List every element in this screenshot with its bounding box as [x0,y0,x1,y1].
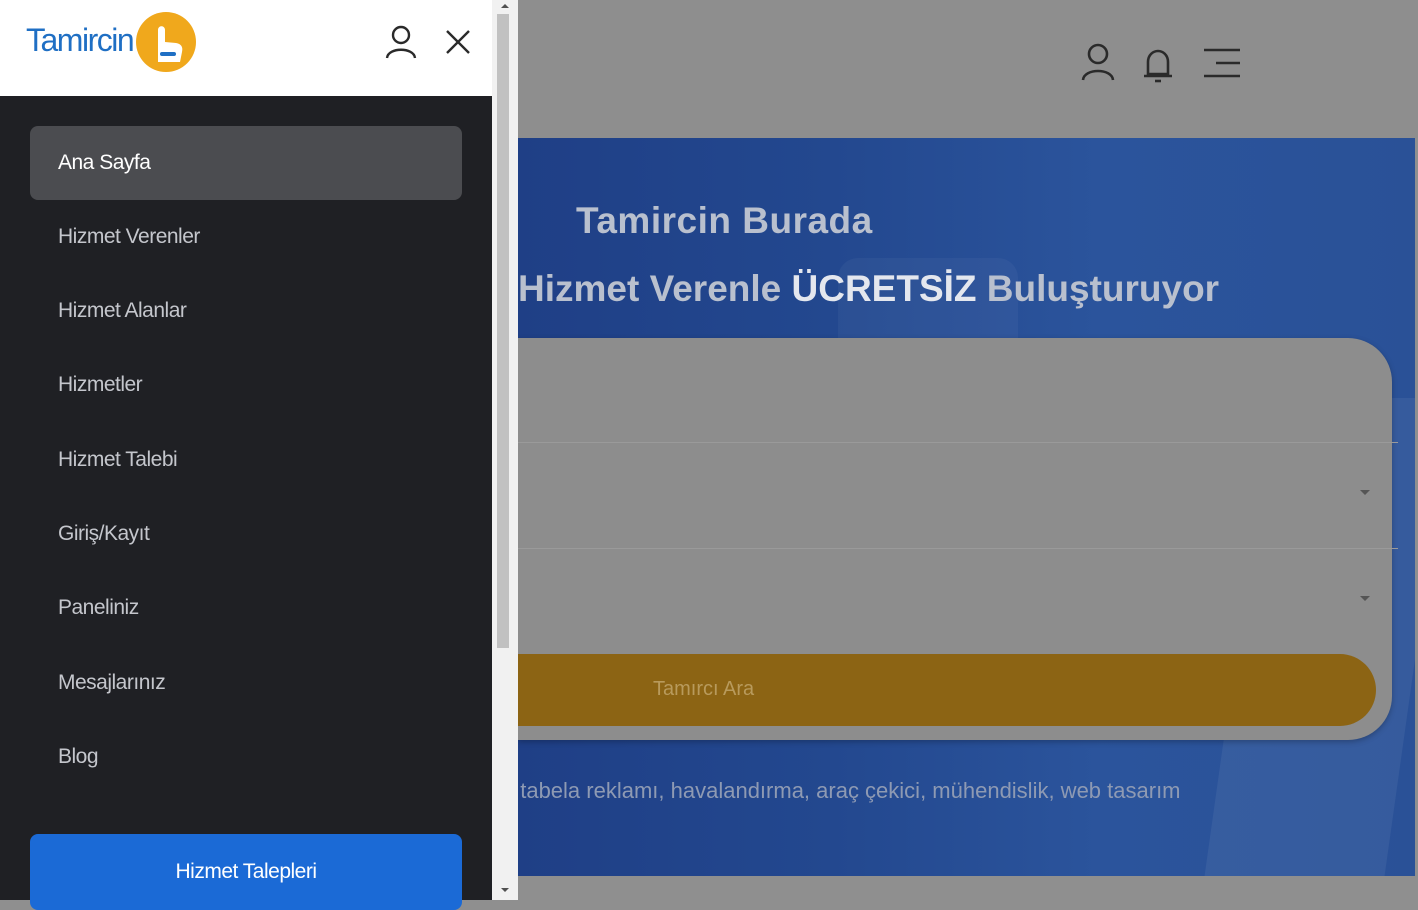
logo-badge [136,12,196,72]
header-menu-icon[interactable] [1202,46,1242,80]
location-select[interactable] [518,550,1398,654]
close-icon[interactable] [444,28,472,56]
nav-item-label: Ana Sayfa [58,151,151,174]
site-logo[interactable]: Tamircin [26,12,201,76]
nav-item-blog[interactable]: Blog [30,720,462,794]
drawer-header: Tamircin [0,0,492,96]
chevron-down-icon [1360,490,1370,495]
search-button-label: Tamırcı Ara [653,678,755,700]
nav-item-paneliniz[interactable]: Paneliniz [30,571,462,645]
nav-item-label: Mesajlarınız [58,671,166,694]
hero-subtitle-post: Buluşturuyor [976,268,1220,309]
nav-item-label: Hizmetler [58,373,143,396]
site-header [518,0,1418,138]
nav-item-label: Paneliniz [58,596,139,619]
scroll-up-arrow-icon[interactable] [500,2,510,10]
category-select[interactable] [518,444,1398,549]
header-bell-icon[interactable] [1142,48,1174,84]
nav-item-hizmet-verenler[interactable]: Hizmet Verenler [30,200,462,274]
page-bottom-strip [518,876,1418,900]
nav-item-giris-kayit[interactable]: Giriş/Kayıt [30,497,462,571]
nav-item-label: Blog [58,745,99,768]
scrollbar-thumb[interactable] [497,14,509,648]
chevron-down-icon [1360,596,1370,601]
scroll-down-arrow-icon[interactable] [500,886,510,894]
nav-item-label: Hizmet Talebi [58,448,178,471]
hero-subtitle: Hizmet Verenle ÜCRETSİZ Buluşturuyor [518,268,1219,310]
logo-text: Tamircin [26,22,135,58]
hero-subtitle-emphasis: ÜCRETSİZ [791,268,977,309]
nav-item-ana-sayfa[interactable]: Ana Sayfa [30,126,462,200]
nav-item-label: Hizmet Verenler [58,225,200,248]
service-search-input[interactable] [518,338,1398,443]
nav-item-hizmet-talebi[interactable]: Hizmet Talebi [30,423,462,497]
header-user-icon[interactable] [1080,42,1116,82]
nav-item-hizmetler[interactable]: Hizmetler [30,348,462,422]
hero-title: Tamircin Burada [576,200,873,241]
popular-services-tags: , tabela reklamı, havalandırma, araç çek… [508,778,1181,803]
nav-item-mesajlariniz[interactable]: Mesajlarınız [30,646,462,720]
pointing-hand-icon [158,26,183,62]
nav-item-label: Giriş/Kayıt [58,522,150,545]
side-drawer: Tamircin Ana Sayfa Hizmet Verenler Hizme… [0,0,492,910]
service-requests-button[interactable]: Hizmet Talepleri [30,834,462,910]
cta-label: Hizmet Talepleri [175,860,318,883]
drawer-user-icon[interactable] [384,24,418,60]
nav-item-label: Hizmet Alanlar [58,299,187,322]
nav-item-hizmet-alanlar[interactable]: Hizmet Alanlar [30,274,462,348]
drawer-scrollbar[interactable] [492,0,518,900]
search-repairer-button[interactable]: Tamırcı Ara [518,654,1376,726]
hero-subtitle-pre: Hizmet Verenle [518,268,792,309]
